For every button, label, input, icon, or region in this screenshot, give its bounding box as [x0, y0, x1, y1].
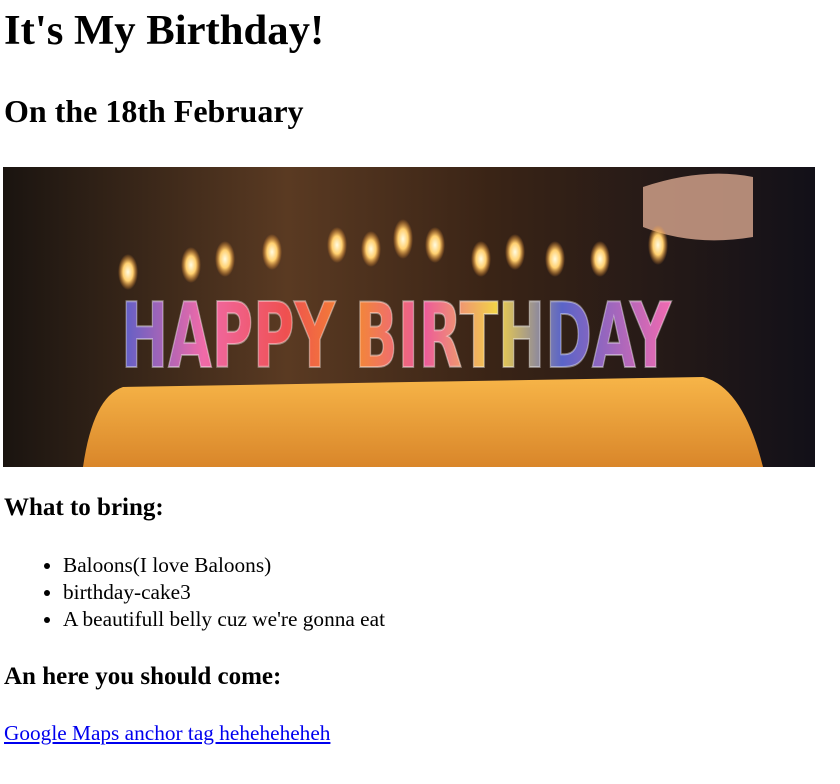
bring-list: Baloons(I love Baloons) birthday-cake3 A… [4, 552, 836, 633]
google-maps-link[interactable]: Google Maps anchor tag heheheheheh [4, 721, 330, 745]
list-item: A beautifull belly cuz we're gonna eat [63, 606, 836, 633]
list-item: birthday-cake3 [63, 579, 836, 606]
birthday-cake-image: HAPPY BIRTHDAY [3, 167, 815, 467]
list-item: Baloons(I love Baloons) [63, 552, 836, 579]
what-to-bring-heading: What to bring: [4, 494, 164, 521]
where-to-come-heading: An here you should come: [4, 663, 282, 690]
candle-letters: HAPPY BIRTHDAY [121, 284, 672, 389]
page-title: It's My Birthday! [4, 7, 325, 54]
page-subtitle: On the 18th February [4, 93, 304, 129]
